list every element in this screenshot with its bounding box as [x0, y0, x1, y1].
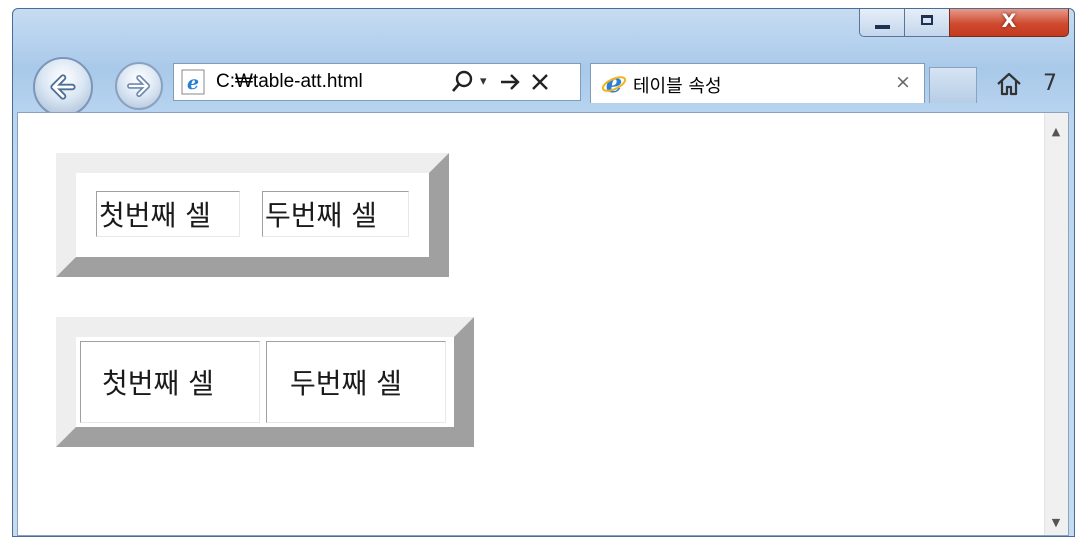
- tab-title: 테이블 속성: [633, 76, 722, 97]
- table-2: 첫번째 셀 두번째 셀: [56, 317, 474, 447]
- chevron-down-icon[interactable]: ▾: [480, 69, 487, 95]
- close-button[interactable]: X: [949, 9, 1069, 37]
- scroll-down-icon[interactable]: ▼: [1049, 516, 1063, 529]
- ie-page-icon: e: [181, 69, 205, 95]
- minimize-icon: [875, 25, 890, 29]
- table-1: 첫번째 셀 두번째 셀: [56, 153, 449, 277]
- favorites-icon-partial[interactable]: 7: [1043, 71, 1057, 96]
- close-icon: X: [1001, 10, 1017, 32]
- forward-button[interactable]: [115, 62, 163, 110]
- svg-text:e: e: [606, 70, 623, 96]
- forward-arrow-icon: [127, 75, 150, 97]
- maximize-icon: [921, 15, 933, 25]
- page-content: 첫번째 셀 두번째 셀 첫번째 셀 두번째 셀 ▲ ▼: [17, 112, 1069, 536]
- home-icon[interactable]: [994, 69, 1024, 99]
- new-tab-button[interactable]: [929, 67, 977, 103]
- minimize-button[interactable]: [859, 9, 905, 37]
- table-2-cell-1: 첫번째 셀: [80, 341, 260, 423]
- stop-icon[interactable]: [528, 69, 552, 95]
- maximize-button[interactable]: [904, 9, 950, 37]
- address-url[interactable]: C:₩table-att.html: [216, 71, 363, 93]
- browser-window: X e C:₩table-att.html ▾ e 테이블 속성 × 7 첫번째…: [12, 8, 1075, 537]
- scroll-up-icon[interactable]: ▲: [1049, 125, 1063, 138]
- tab-active[interactable]: e 테이블 속성 ×: [590, 63, 925, 103]
- table-2-cell-2: 두번째 셀: [266, 341, 446, 423]
- tab-close-icon[interactable]: ×: [895, 71, 911, 93]
- back-arrow-icon: [50, 74, 76, 100]
- vertical-scrollbar[interactable]: ▲ ▼: [1044, 113, 1068, 535]
- go-arrow-icon[interactable]: [498, 69, 522, 95]
- search-icon[interactable]: [450, 69, 476, 95]
- ie-logo-icon: e: [601, 70, 627, 96]
- address-bar[interactable]: e C:₩table-att.html ▾: [173, 63, 581, 101]
- back-button[interactable]: [33, 57, 93, 117]
- svg-text:e: e: [187, 72, 199, 94]
- table-1-cell-1: 첫번째 셀: [96, 191, 240, 237]
- table-1-cell-2: 두번째 셀: [262, 191, 409, 237]
